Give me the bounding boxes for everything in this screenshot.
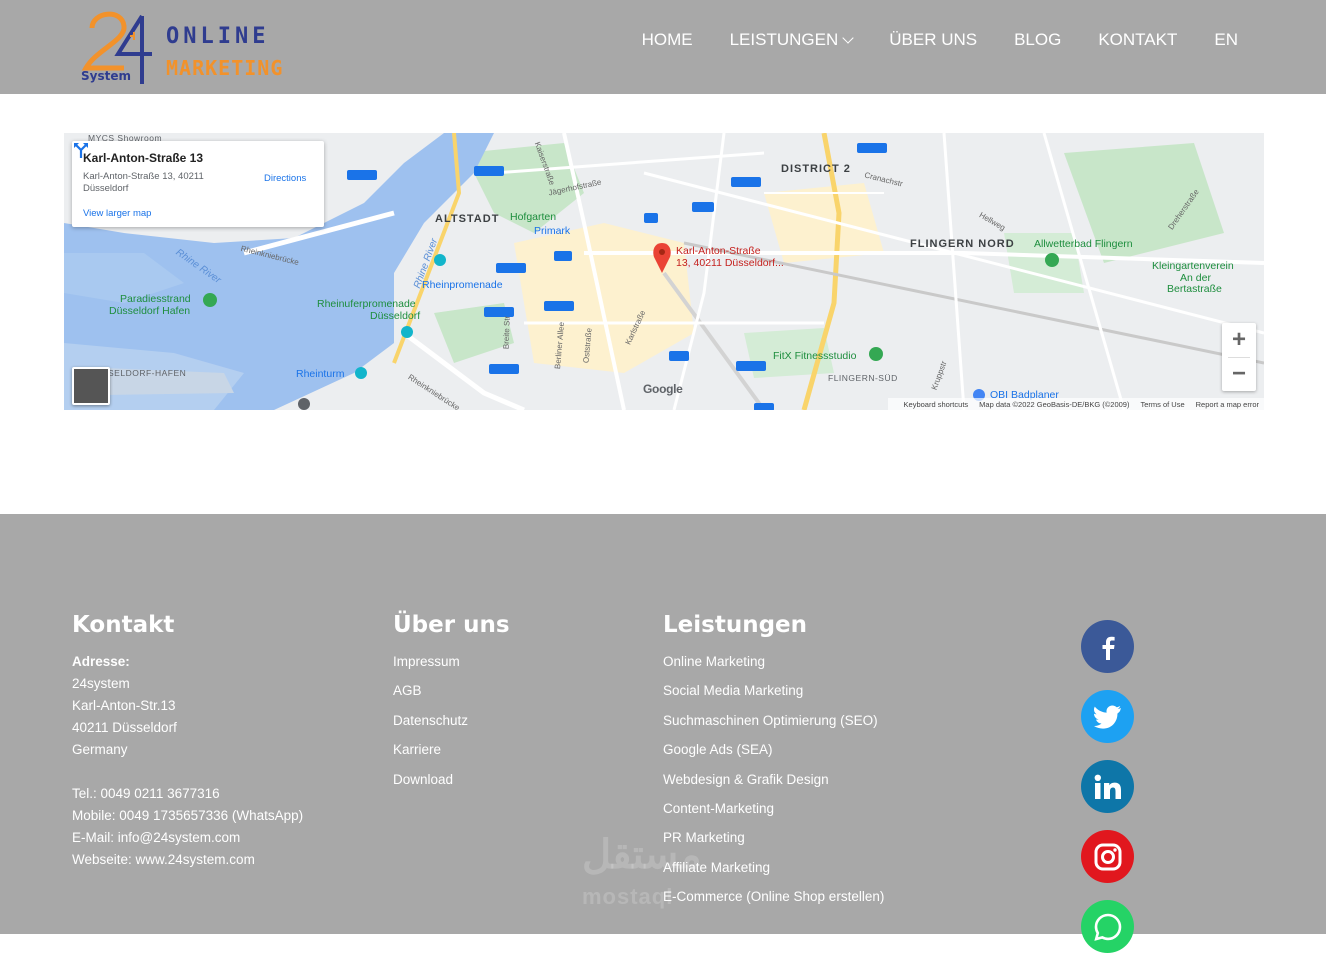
map-label-fitx: FitX Fitnessstudio: [773, 350, 857, 362]
footer-contact-heading: Kontakt: [72, 612, 175, 638]
footer-link-ecommerce[interactable]: E-Commerce (Online Shop erstellen): [663, 889, 884, 918]
footer-link-pr-marketing[interactable]: PR Marketing: [663, 830, 884, 859]
map-label-kleingarten-3: Bertastraße: [1167, 283, 1222, 295]
footer-link-karriere[interactable]: Karriere: [393, 742, 510, 771]
map-label-flingern-sud: FLINGERN-SÜD: [828, 373, 898, 383]
twitter-icon: [1093, 705, 1121, 729]
map-label-rheinturm: Rheinturm: [296, 368, 345, 380]
facebook-icon: [1102, 636, 1115, 660]
map-card-address-line1: Karl-Anton-Straße 13, 40211: [83, 171, 204, 182]
city-address: 40211 Düsseldorf: [72, 720, 177, 735]
linkedin-button[interactable]: [1081, 760, 1134, 813]
google-logo: Google: [643, 382, 683, 396]
address-label: Adresse:: [72, 654, 130, 669]
footer-about-heading: Über uns: [393, 612, 510, 638]
mobile-whatsapp[interactable]: Mobile: 0049 1735657336 (WhatsApp): [72, 805, 303, 827]
footer-link-content-marketing[interactable]: Content-Marketing: [663, 801, 884, 830]
site-header: ONLINE MARKETING System HOME LEISTUNGEN …: [0, 0, 1326, 94]
footer-link-download[interactable]: Download: [393, 772, 510, 801]
footer-link-social-media[interactable]: Social Media Marketing: [663, 683, 884, 712]
telephone[interactable]: Tel.: 0049 0211 3677316: [72, 783, 303, 805]
website[interactable]: Webseite: www.24system.com: [72, 849, 303, 871]
map-label-paradiesstrand: Paradiesstrand: [120, 293, 191, 305]
nav-kontakt-label: KONTAKT: [1098, 30, 1178, 49]
map-label-district2: DISTRICT 2: [781, 163, 851, 175]
nav-ueber-uns-label: ÜBER UNS: [889, 30, 978, 49]
map-pin-label-line2: 13, 40211 Düsseldorf...: [676, 257, 784, 269]
nav-blog[interactable]: BLOG: [1014, 28, 1061, 52]
nav-language-en[interactable]: EN: [1214, 28, 1238, 52]
whatsapp-icon: [1093, 913, 1121, 941]
zoom-out-button[interactable]: −: [1222, 357, 1256, 391]
map-label-paradiesstrand-2: Düsseldorf Hafen: [109, 305, 191, 317]
map-info-card: Karl-Anton-Straße 13 Karl-Anton-Straße 1…: [72, 141, 324, 227]
nav-leistungen[interactable]: LEISTUNGEN: [729, 28, 854, 52]
directions-icon[interactable]: [72, 141, 90, 159]
footer-link-impressum[interactable]: Impressum: [393, 654, 510, 683]
site-logo[interactable]: ONLINE MARKETING System: [78, 6, 293, 90]
facebook-button[interactable]: [1081, 620, 1134, 673]
whatsapp-button[interactable]: [1081, 900, 1134, 953]
logo-system-text: System: [81, 69, 131, 83]
nav-leistungen-label: LEISTUNGEN: [729, 30, 839, 49]
map-card-title: Karl-Anton-Straße 13: [83, 151, 204, 165]
map-zoom-control: + −: [1222, 323, 1256, 391]
map-label-rheinuferpromenade: Rheinuferpromenade: [317, 298, 416, 310]
map-data-attribution: Map data ©2022 GeoBasis-DE/BKG (©2009): [979, 399, 1130, 409]
footer-about-column: Über uns Impressum AGB Datenschutz Karri…: [393, 612, 510, 801]
footer-services-column: Leistungen Online Marketing Social Media…: [663, 612, 884, 919]
email[interactable]: E-Mail: info@24system.com: [72, 827, 303, 849]
nav-language-label: EN: [1214, 30, 1238, 49]
footer-link-online-marketing[interactable]: Online Marketing: [663, 654, 884, 683]
map-label-allwetterbad: Allwetterbad Flingern: [1034, 238, 1133, 250]
nav-blog-label: BLOG: [1014, 30, 1062, 49]
map-card-address-line2: Düsseldorf: [83, 183, 129, 194]
main-nav: HOME LEISTUNGEN ÜBER UNS BLOG KONTAKT EN: [605, 28, 1238, 52]
report-map-error-link[interactable]: Report a map error: [1196, 400, 1259, 409]
zoom-in-button[interactable]: +: [1222, 323, 1256, 357]
map-label-hafen: SELDORF-HAFEN: [108, 368, 187, 378]
footer-link-agb[interactable]: AGB: [393, 683, 510, 712]
instagram-icon: [1094, 843, 1121, 870]
footer-link-affiliate[interactable]: Affiliate Marketing: [663, 860, 884, 889]
footer-link-seo[interactable]: Suchmaschinen Optimierung (SEO): [663, 713, 884, 742]
street-address: Karl-Anton-Str.13: [72, 698, 176, 713]
footer-contact-column: Kontakt Adresse: 24system Karl-Anton-Str…: [72, 612, 303, 871]
twitter-button[interactable]: [1081, 690, 1134, 743]
map-label-rheinpromenade: Rheinpromenade: [422, 279, 503, 291]
linkedin-icon: [1094, 774, 1121, 799]
instagram-button[interactable]: [1081, 830, 1134, 883]
footer-link-datenschutz[interactable]: Datenschutz: [393, 713, 510, 742]
company-name: 24system: [72, 676, 130, 691]
satellite-layer-button[interactable]: [72, 367, 110, 405]
nav-kontakt[interactable]: KONTAKT: [1098, 28, 1177, 52]
nav-ueber-uns[interactable]: ÜBER UNS: [889, 28, 977, 52]
map-label-hofgarten: Hofgarten: [510, 211, 557, 223]
terms-of-use-link[interactable]: Terms of Use: [1140, 400, 1184, 409]
footer-link-google-ads[interactable]: Google Ads (SEA): [663, 742, 884, 771]
map-pin-label-line1: Karl-Anton-Straße: [676, 245, 761, 257]
map-label-flingern-nord: FLINGERN NORD: [910, 238, 1015, 250]
site-footer: مستقل mostaql Kontakt Adresse: 24system …: [0, 514, 1326, 953]
keyboard-shortcuts-link[interactable]: Keyboard shortcuts: [904, 400, 969, 409]
country: Germany: [72, 742, 128, 757]
directions-link[interactable]: Directions: [264, 173, 306, 184]
view-larger-map-link[interactable]: View larger map: [83, 208, 151, 219]
footer-link-webdesign[interactable]: Webdesign & Grafik Design: [663, 772, 884, 801]
chevron-down-icon: [842, 32, 854, 44]
nav-home-label: HOME: [641, 30, 693, 49]
logo-online-text: ONLINE: [166, 24, 270, 49]
footer-services-heading: Leistungen: [663, 612, 808, 638]
google-map-embed[interactable]: MYCS Showroom DISTRICT 2 ALTSTADT FLINGE…: [64, 133, 1264, 410]
map-label-altstadt: ALTSTADT: [435, 213, 500, 225]
map-attribution-bar: Keyboard shortcuts Map data ©2022 GeoBas…: [887, 398, 1264, 410]
map-label-kleingarten-1: Kleingartenverein: [1152, 260, 1234, 272]
map-label-primark: Primark: [534, 225, 571, 237]
nav-home[interactable]: HOME: [642, 28, 693, 52]
watermark-latin: mostaql: [582, 884, 674, 909]
logo-marketing-text: MARKETING: [166, 56, 284, 80]
map-label-breite-str: Breite Str: [501, 315, 512, 350]
map-label-rheinuferpromenade-2: Düsseldorf: [370, 310, 421, 322]
